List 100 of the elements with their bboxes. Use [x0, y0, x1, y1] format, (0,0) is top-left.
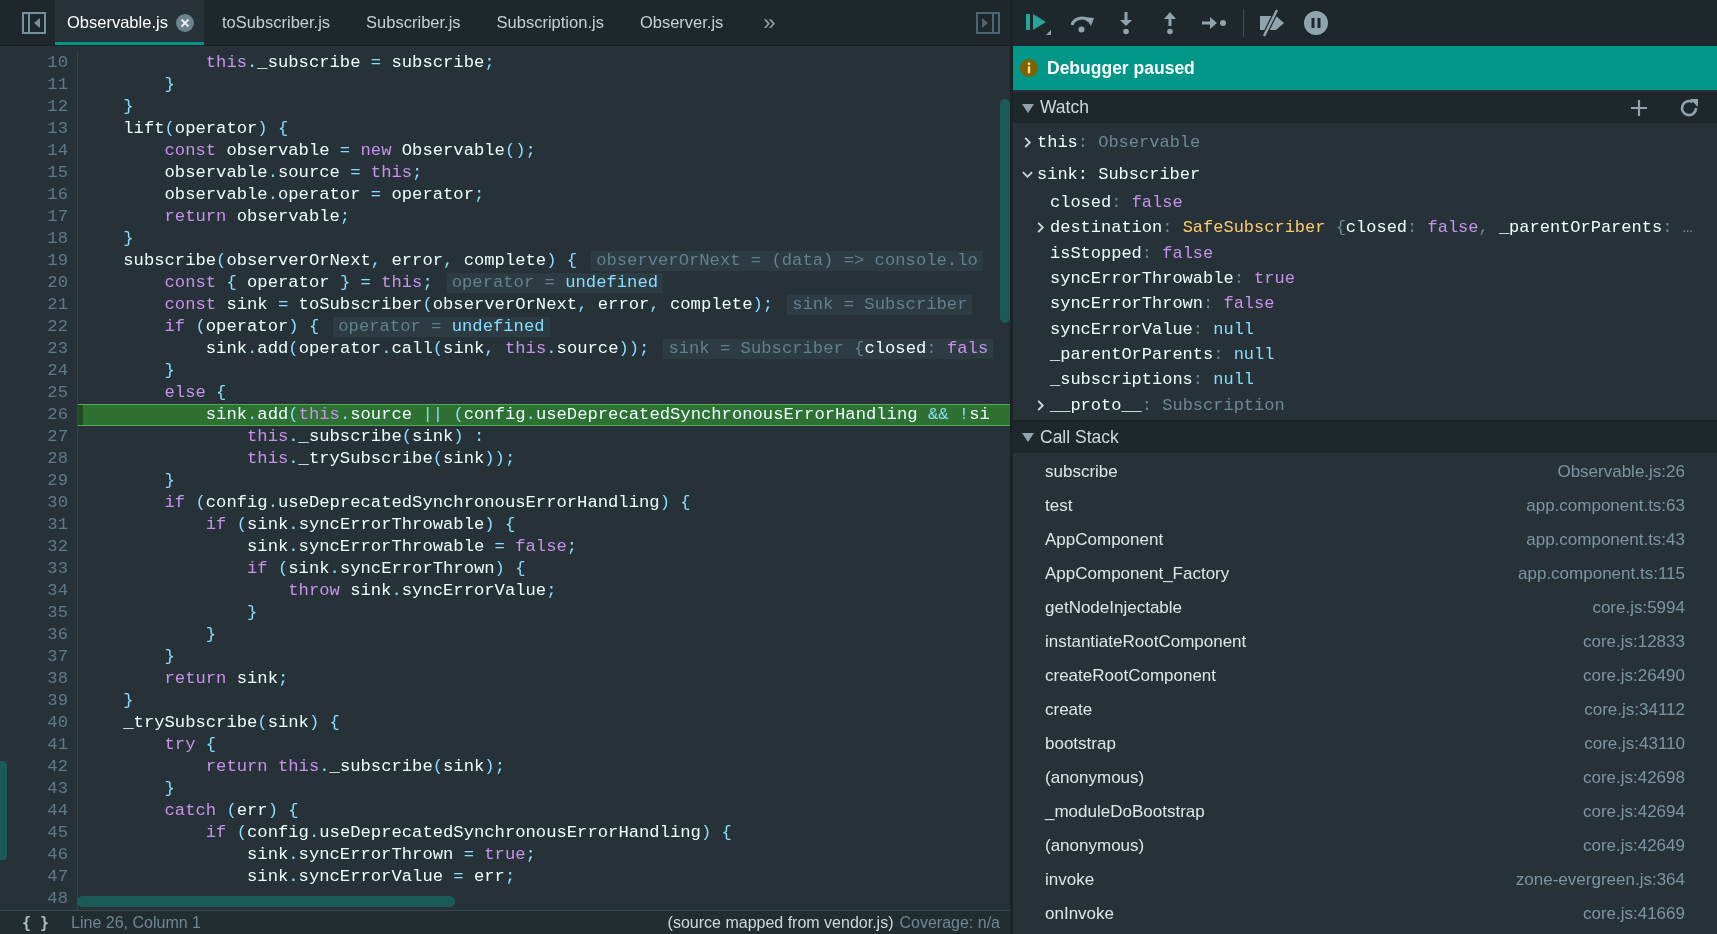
- line-number: 32: [46, 536, 68, 558]
- line-number: 45: [46, 822, 68, 844]
- source-location[interactable]: zone-evergreen.js:364: [1515, 869, 1685, 890]
- function-name[interactable]: (anonymous): [1045, 835, 1145, 856]
- banner-text: Debugger paused: [1047, 57, 1195, 79]
- file-tab[interactable]: Subscriber.js: [348, 0, 479, 45]
- source-location[interactable]: core.js:26490: [1582, 665, 1685, 686]
- source-location[interactable]: Observable.js:26: [1557, 461, 1685, 482]
- source-location[interactable]: core.js:34112: [1584, 699, 1685, 720]
- source-location[interactable]: app.component.ts:43: [1526, 529, 1685, 550]
- watch-property: _subscriptions: null: [1050, 370, 1255, 390]
- watch-property: syncErrorThrown: false: [1050, 294, 1275, 314]
- code-line: }: [123, 96, 134, 118]
- code-line: if (config.useDeprecatedSynchronousErrorHandling) {: [164, 492, 691, 514]
- more-tabs-button[interactable]: »: [755, 0, 784, 45]
- watch-property: destination: SafeSubscriber {closed: false, _parentOrParents: …: [1050, 218, 1693, 238]
- section-header[interactable]: Call Stack: [1013, 419, 1717, 453]
- code-line: if (sink.syncErrorThrowable) {: [205, 514, 516, 536]
- code-line: sink.syncErrorThrown = true;: [247, 844, 536, 866]
- line-number: 40: [46, 712, 68, 734]
- panel-toggle-icon[interactable]: [976, 11, 1000, 34]
- function-name[interactable]: bootstrap: [1045, 733, 1116, 754]
- pause-icon[interactable]: [1304, 11, 1328, 35]
- code-line: sink.add(this.source || (config.useDeprecatedSynchronousErrorHandling && !si: [205, 404, 990, 426]
- line-number: 35: [46, 602, 68, 624]
- section-header[interactable]: Watch: [1013, 92, 1717, 123]
- inline-value: sink = Subscriber: [787, 295, 973, 315]
- function-name[interactable]: AppComponent_Factory: [1045, 563, 1230, 584]
- down-arrow-icon[interactable]: [1118, 11, 1134, 35]
- line-number: 31: [46, 514, 68, 536]
- code-line: }: [247, 602, 258, 624]
- line-number: 29: [46, 470, 68, 492]
- cursor-position: Line 26, Column 1: [71, 913, 201, 932]
- code-line: this._subscribe(sink) :: [247, 426, 485, 448]
- plus-icon[interactable]: [1630, 98, 1648, 117]
- chevron-icon[interactable]: [1035, 222, 1046, 234]
- watch-property: _parentOrParents: null: [1050, 344, 1275, 364]
- function-name[interactable]: getNodeInjectable: [1045, 597, 1183, 618]
- code-line: }: [164, 778, 175, 800]
- source-location[interactable]: core.js:43110: [1584, 733, 1685, 754]
- format-button[interactable]: { }: [22, 913, 50, 932]
- code-line: this._subscribe = subscribe;: [205, 52, 495, 74]
- line-number: 38: [46, 668, 68, 690]
- code-line: lift(operator) {: [123, 118, 289, 140]
- line-number: 41: [46, 734, 68, 756]
- function-name[interactable]: _moduleDoBootstrap: [1045, 801, 1205, 822]
- file-tab[interactable]: toSubscriber.js: [203, 0, 349, 45]
- scrollbar-thumb[interactable]: [77, 896, 455, 907]
- function-name[interactable]: instantiateRootComponent: [1045, 631, 1247, 652]
- source-location[interactable]: core.js:42698: [1582, 767, 1685, 788]
- function-name[interactable]: invoke: [1045, 869, 1095, 890]
- up-arrow-icon[interactable]: [1162, 11, 1178, 35]
- chevron-icon[interactable]: [1035, 399, 1046, 411]
- file-tab[interactable]: Observer.js: [621, 0, 742, 45]
- code-line: const sink = toSubscriber(observerOrNext, error, complete);: [164, 294, 774, 316]
- line-number: 14: [46, 140, 68, 162]
- code-line: }: [123, 228, 134, 250]
- slashed-tag-icon[interactable]: [1258, 9, 1286, 37]
- file-tab[interactable]: Subscription.js: [478, 0, 622, 45]
- triangle-icon[interactable]: [1022, 431, 1034, 444]
- code-line: try {: [164, 734, 217, 756]
- source-location[interactable]: core.js:41669: [1582, 903, 1685, 924]
- source-location[interactable]: app.component.ts:63: [1526, 495, 1685, 516]
- function-name[interactable]: createRootComponent: [1045, 665, 1217, 686]
- source-location[interactable]: core.js:12833: [1582, 631, 1685, 652]
- line-number: 13: [46, 118, 68, 140]
- function-name[interactable]: onInvoke: [1045, 903, 1114, 924]
- source-location[interactable]: core.js:5994: [1592, 597, 1685, 618]
- function-name[interactable]: test: [1045, 495, 1073, 516]
- source-location[interactable]: core.js:42694: [1582, 801, 1685, 822]
- line-number: 15: [46, 162, 68, 184]
- source-map-link[interactable]: (source mapped from vendor.js): [667, 913, 894, 932]
- source-location[interactable]: core.js:42649: [1582, 835, 1685, 856]
- function-name[interactable]: AppComponent: [1045, 529, 1164, 550]
- function-name[interactable]: create: [1045, 699, 1093, 720]
- scrollbar-thumb[interactable]: [1000, 99, 1010, 323]
- triangle-icon[interactable]: [1022, 101, 1034, 114]
- code-line: }: [205, 624, 217, 646]
- line-number: 25: [46, 382, 68, 404]
- source-location[interactable]: app.component.ts:115: [1518, 563, 1685, 584]
- watch-property: this: Observable: [1037, 132, 1201, 152]
- line-number: 18: [46, 228, 68, 250]
- scrollbar-thumb[interactable]: [0, 761, 7, 860]
- file-tab[interactable]: Observable.js: [55, 0, 204, 45]
- code-line: sink.syncErrorThrowable = false;: [247, 536, 578, 558]
- panel-toggle-icon[interactable]: [22, 11, 46, 34]
- line-number: 26: [46, 404, 68, 426]
- function-name[interactable]: (anonymous): [1045, 767, 1145, 788]
- line-number: 12: [46, 96, 68, 118]
- line-number: 19: [46, 250, 68, 272]
- refresh-icon[interactable]: [1679, 97, 1699, 118]
- watch-property: closed: false: [1050, 193, 1183, 213]
- close-icon[interactable]: [175, 13, 194, 32]
- section-title: Watch: [1040, 97, 1089, 118]
- right-arrow-icon[interactable]: [1201, 16, 1227, 30]
- watch-property: sink: Subscriber: [1037, 164, 1201, 184]
- line-number: 39: [46, 690, 68, 712]
- function-name[interactable]: subscribe: [1045, 461, 1118, 482]
- line-number: 23: [46, 338, 68, 360]
- chevron-icon[interactable]: [1022, 136, 1033, 148]
